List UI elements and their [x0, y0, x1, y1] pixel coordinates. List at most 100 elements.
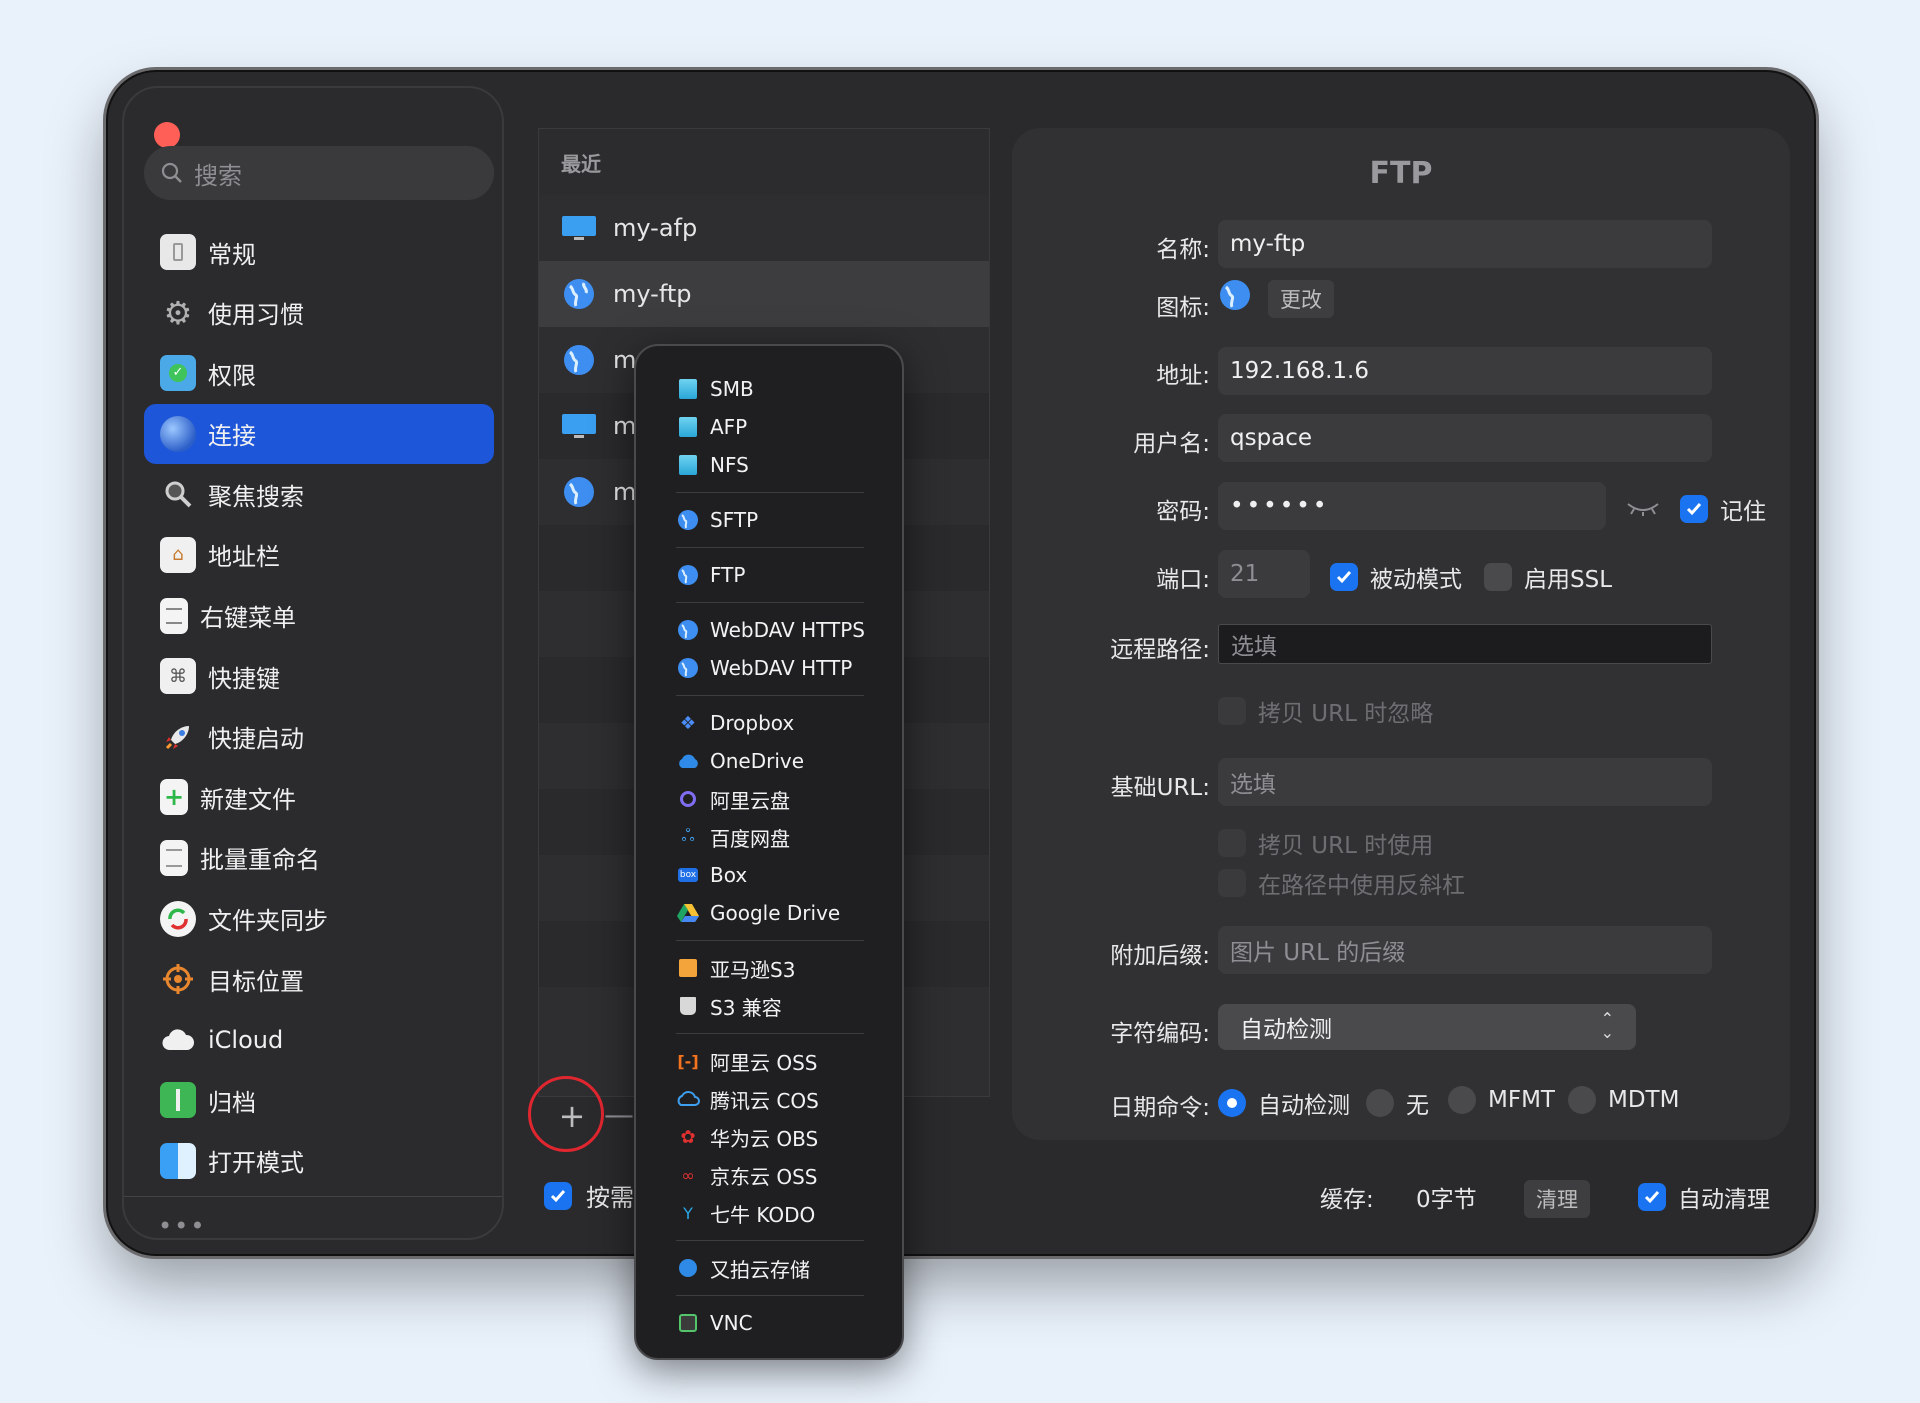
more-options-button[interactable]: ••• — [158, 1212, 206, 1240]
sidebar-item-archive[interactable]: 归档 — [144, 1070, 494, 1130]
sidebar-item-new-file[interactable]: + 新建文件 — [144, 767, 494, 827]
menu-item[interactable]: SMB — [636, 370, 902, 408]
menu-item[interactable]: S3 兼容 — [636, 987, 902, 1025]
sidebar-item-label: 常规 — [208, 240, 256, 269]
menu-item[interactable]: 腾讯云 COS — [636, 1080, 902, 1118]
date-option-auto[interactable]: 自动检测 — [1218, 1086, 1350, 1120]
date-option-mdtm[interactable]: MDTM — [1568, 1086, 1679, 1114]
sidebar-item-spotlight[interactable]: 聚焦搜索 — [144, 464, 494, 524]
sidebar-item-label: 文件夹同步 — [208, 907, 328, 936]
list-item-label: m — [613, 346, 637, 374]
clear-cache-button[interactable]: 清理 — [1524, 1180, 1590, 1218]
menu-item[interactable]: NFS — [636, 446, 902, 484]
monitor-icon — [561, 210, 597, 246]
sidebar-item-permissions[interactable]: ✓ 权限 — [144, 343, 494, 403]
sidebar-item-open-mode[interactable]: 打开模式 — [144, 1131, 494, 1191]
sidebar-item-folder-sync[interactable]: 文件夹同步 — [144, 889, 494, 949]
bucket-icon — [676, 994, 700, 1018]
hide-password-icon[interactable] — [1626, 500, 1660, 520]
menu-item[interactable]: VNC — [636, 1304, 902, 1342]
menu-item[interactable]: ∞ 京东云 OSS — [636, 1156, 902, 1194]
menu-item[interactable]: WebDAV HTTPS — [636, 611, 902, 649]
menu-doc-icon — [160, 597, 188, 634]
close-window-button[interactable] — [154, 122, 180, 148]
backslash-checkbox[interactable]: 在路径中使用反斜杠 — [1218, 866, 1465, 900]
sidebar-item-context-menu[interactable]: 右键菜单 — [144, 586, 494, 646]
globe-icon — [561, 276, 597, 312]
sidebar-item-connection[interactable]: 连接 — [144, 403, 494, 464]
form-title: FTP — [1369, 156, 1433, 191]
sidebar-item-label: 地址栏 — [208, 543, 280, 572]
menu-item[interactable]: AFP — [636, 408, 902, 446]
globe-icon — [676, 656, 700, 680]
globe-icon — [561, 474, 597, 510]
sidebar-item-batch-rename[interactable]: 批量重命名 — [144, 828, 494, 888]
menu-item[interactable]: ஃ 百度网盘 — [636, 818, 902, 856]
list-item[interactable]: my-ftp — [539, 261, 989, 327]
name-field[interactable]: my-ftp — [1218, 220, 1712, 268]
remember-checkbox[interactable]: 记住 — [1680, 492, 1766, 526]
list-item-label: m — [613, 412, 637, 440]
sidebar-item-shortcuts[interactable]: ⌘ 快捷键 — [144, 646, 494, 706]
radio-unselected-icon — [1568, 1086, 1596, 1114]
remove-connection-button[interactable]: — — [604, 1094, 634, 1142]
passive-mode-checkbox[interactable]: 被动模式 — [1330, 560, 1462, 594]
menu-item[interactable]: 亚马逊S3 — [636, 949, 902, 987]
change-icon-button[interactable]: 更改 — [1268, 280, 1334, 318]
menu-item[interactable]: ❖ Dropbox — [636, 704, 902, 742]
rocket-icon — [160, 719, 196, 755]
base-url-input[interactable]: 选填 — [1218, 758, 1712, 806]
menu-item-label: Dropbox — [710, 711, 795, 735]
sidebar-item-destination[interactable]: 目标位置 — [144, 949, 494, 1009]
password-field[interactable]: •••••• — [1218, 482, 1606, 530]
menu-item[interactable]: Y 七牛 KODO — [636, 1194, 902, 1232]
date-option-mfmt[interactable]: MFMT — [1448, 1086, 1555, 1114]
menu-item-label: FTP — [710, 563, 746, 587]
on-demand-checkbox[interactable]: 按需 — [544, 1178, 634, 1213]
menu-item[interactable]: WebDAV HTTP — [636, 649, 902, 687]
menu-item[interactable]: OneDrive — [636, 742, 902, 780]
google-drive-icon — [676, 901, 700, 925]
aliyun-drive-icon — [676, 787, 700, 811]
date-option-none[interactable]: 无 — [1366, 1086, 1429, 1120]
username-field[interactable]: qspace — [1218, 414, 1712, 462]
menu-item[interactable]: 又拍云存储 — [636, 1249, 902, 1287]
sidebar-item-icloud[interactable]: iCloud — [144, 1010, 494, 1070]
menu-item[interactable]: SFTP — [636, 501, 902, 539]
enable-ssl-checkbox[interactable]: 启用SSL — [1484, 560, 1612, 594]
sidebar-item-general[interactable]: 常规 — [144, 222, 494, 282]
cache-label: 缓存: — [1320, 1187, 1374, 1213]
encoding-select[interactable]: 自动检测 ⌃ ⌄ — [1218, 1004, 1636, 1050]
command-key-icon: ⌘ — [160, 658, 196, 695]
sidebar-item-address-bar[interactable]: ⌂ 地址栏 — [144, 525, 494, 585]
aliyun-oss-icon: [-] — [677, 1051, 699, 1071]
sidebar-item-label: 右键菜单 — [200, 604, 296, 633]
search-input[interactable]: 搜索 — [144, 146, 494, 200]
sidebar-item-habits[interactable]: ⚙ 使用习惯 — [144, 283, 494, 343]
highlight-ring — [528, 1076, 604, 1152]
checkbox-unchecked-icon — [1218, 697, 1246, 725]
menu-item[interactable]: FTP — [636, 556, 902, 594]
menu-item[interactable]: [-] 阿里云 OSS — [636, 1042, 902, 1080]
menu-item[interactable]: box Box — [636, 856, 902, 894]
list-header: 最近 — [539, 129, 989, 195]
gear-icon: ⚙ — [163, 293, 193, 332]
auto-clear-checkbox[interactable]: 自动清理 — [1638, 1180, 1770, 1214]
use-copy-url-checkbox[interactable]: 拷贝 URL 时使用 — [1218, 826, 1433, 860]
port-field[interactable]: 21 — [1218, 550, 1310, 598]
magnifier-icon — [160, 476, 196, 512]
sidebar-item-quick-launch[interactable]: 快捷启动 — [144, 707, 494, 767]
list-item[interactable]: my-afp — [539, 195, 989, 261]
menu-groups: SMB AFP NFS SFTP FTP WebDAV HTTPS WebDAV HTTP ❖… — [636, 370, 902, 1342]
baidu-icon: ஃ — [681, 826, 695, 846]
checkbox-unchecked-icon — [1484, 563, 1512, 591]
address-field[interactable]: 192.168.1.6 — [1218, 347, 1712, 395]
menu-item[interactable]: Google Drive — [636, 894, 902, 932]
sidebar-item-label: 批量重命名 — [200, 846, 320, 875]
menu-item-label: VNC — [710, 1311, 753, 1335]
ignore-copy-url-checkbox[interactable]: 拷贝 URL 时忽略 — [1218, 694, 1433, 728]
suffix-input[interactable]: 图片 URL 的后缀 — [1218, 926, 1712, 974]
remote-path-input[interactable]: 选填 — [1218, 624, 1712, 664]
menu-item[interactable]: 阿里云盘 — [636, 780, 902, 818]
menu-item[interactable]: ✿ 华为云 OBS — [636, 1118, 902, 1156]
